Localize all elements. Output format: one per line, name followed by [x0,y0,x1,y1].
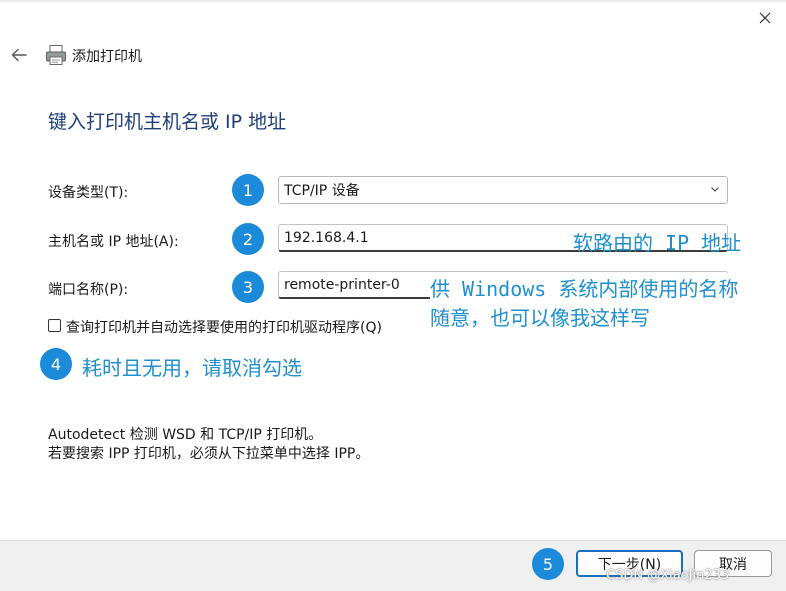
chevron-down-icon [711,187,719,192]
annotation-badge-3: 3 [232,271,264,303]
annotation-ip-note: 软路由的 IP 地址 [573,231,742,255]
query-printer-checkbox-label[interactable]: 查询打印机并自动选择要使用的打印机驱动程序(Q) [66,317,382,337]
annotation-port-note-line1: 供 Windows 系统内部使用的名称 [430,273,739,302]
annotation-badge-1: 1 [232,174,264,206]
annotation-badge-4: 4 [40,348,72,380]
annotation-checkbox-note: 耗时且无用，请取消勾选 [82,356,302,380]
info-text-ipp: 若要搜索 IPP 打印机，必须从下拉菜单中选择 IPP。 [48,446,370,462]
back-button[interactable] [6,42,32,68]
annotation-badge-5: 5 [532,548,564,580]
device-type-label: 设备类型(T): [48,185,129,201]
hostname-label: 主机名或 IP 地址(A): [48,234,179,250]
device-type-select[interactable]: TCP/IP 设备 [278,176,728,204]
page-heading: 键入打印机主机名或 IP 地址 [48,111,287,133]
close-button[interactable] [748,4,782,32]
watermark: CSDN @XiaoJin233 [606,568,730,583]
device-type-value: TCP/IP 设备 [284,183,360,199]
wizard-title: 添加打印机 [72,49,142,65]
printer-icon [44,43,68,67]
title-bar-edge [0,0,786,4]
back-arrow-icon [11,48,27,62]
info-text-autodetect: Autodetect 检测 WSD 和 TCP/IP 打印机。 [48,427,323,443]
port-name-label: 端口名称(P): [48,282,129,298]
close-icon [759,12,771,24]
annotation-port-note-line2: 随意，也可以像我这样写 [430,306,650,330]
query-printer-checkbox[interactable] [48,319,61,332]
annotation-badge-2: 2 [232,223,264,255]
